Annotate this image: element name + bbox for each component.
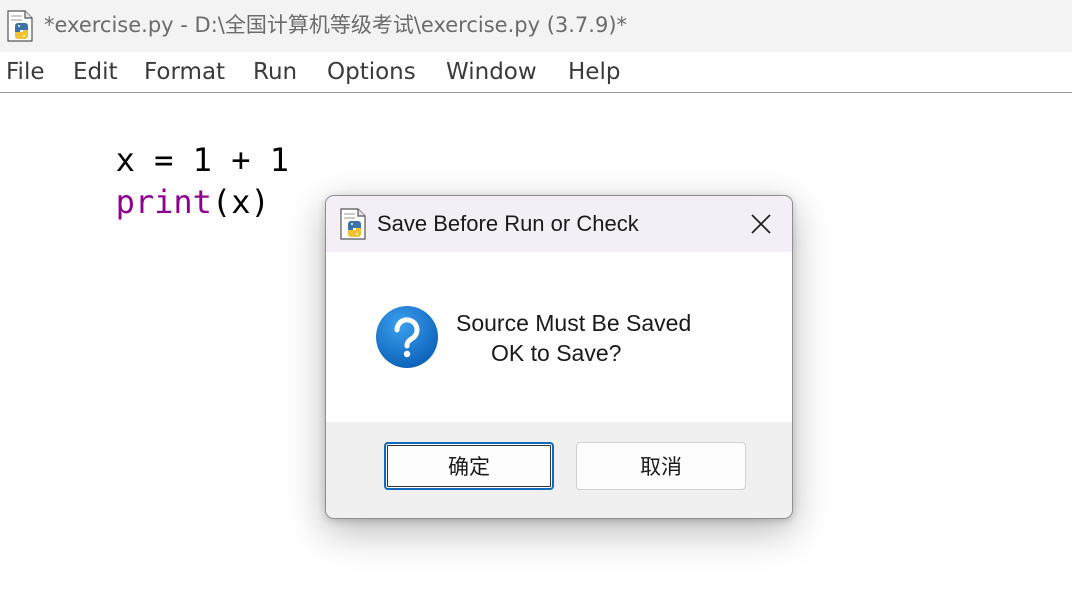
dialog-body: Source Must Be Saved OK to Save?: [326, 252, 792, 422]
code-builtin: print: [115, 183, 212, 221]
menu-bar: File Edit Format Run Options Window Help: [0, 52, 1072, 93]
python-idle-icon: [7, 10, 33, 42]
menu-options[interactable]: Options: [327, 57, 416, 87]
menu-help[interactable]: Help: [568, 57, 620, 87]
menu-run[interactable]: Run: [253, 57, 297, 87]
cancel-button[interactable]: 取消: [576, 442, 746, 490]
code-line-2[interactable]: print(x): [0, 139, 270, 265]
menu-edit[interactable]: Edit: [73, 57, 118, 87]
dialog-close-button[interactable]: [744, 208, 778, 240]
save-before-run-dialog: Save Before Run or Check Source Must Be …: [325, 195, 793, 519]
close-icon: [751, 214, 771, 234]
ok-button[interactable]: 确定: [384, 442, 554, 490]
menu-file[interactable]: File: [6, 57, 45, 87]
question-icon: [376, 306, 438, 368]
dialog-titlebar[interactable]: Save Before Run or Check: [326, 196, 792, 252]
dialog-message-line-1: Source Must Be Saved: [456, 310, 692, 336]
idle-editor-window: *exercise.py - D:\全国计算机等级考试\exercise.py …: [0, 0, 1072, 604]
dialog-footer: 确定 取消: [326, 422, 792, 518]
dialog-title: Save Before Run or Check: [377, 211, 639, 236]
menu-format[interactable]: Format: [144, 57, 225, 87]
python-idle-icon: [340, 208, 366, 240]
window-title: *exercise.py - D:\全国计算机等级考试\exercise.py …: [44, 13, 628, 37]
dialog-message-line-2: OK to Save?: [491, 340, 622, 366]
window-titlebar[interactable]: *exercise.py - D:\全国计算机等级考试\exercise.py …: [0, 0, 1072, 52]
menu-window[interactable]: Window: [446, 57, 537, 87]
code-text: (x): [211, 183, 270, 221]
